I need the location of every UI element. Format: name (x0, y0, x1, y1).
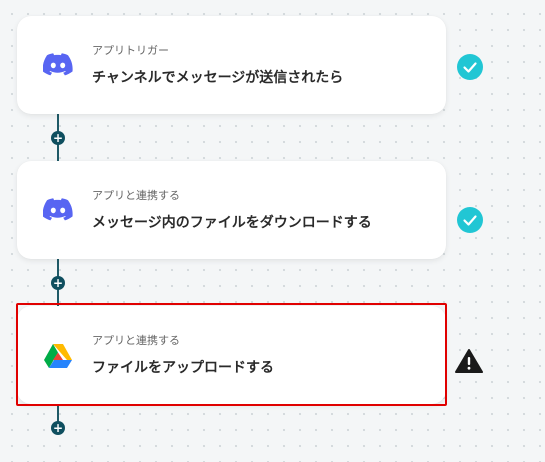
add-step-button[interactable]: + (51, 421, 65, 435)
check-icon (457, 54, 483, 80)
flow-step-card[interactable]: アプリと連携する メッセージ内のファイルをダウンロードする (17, 161, 446, 259)
flow-step-card[interactable]: アプリトリガー チャンネルでメッセージが送信されたら (17, 16, 446, 114)
warning-icon (455, 348, 483, 374)
flow-step-card[interactable]: アプリと連携する ファイルをアップロードする (17, 306, 446, 404)
discord-icon (42, 52, 73, 76)
step-kind-label: アプリトリガー (92, 44, 169, 57)
add-step-button[interactable]: + (51, 276, 65, 290)
check-icon (457, 207, 483, 233)
google-drive-icon (43, 343, 73, 368)
step-kind-label: アプリと連携する (92, 189, 180, 202)
add-step-button[interactable]: + (51, 131, 65, 145)
step-kind-label: アプリと連携する (92, 334, 180, 347)
step-title: メッセージ内のファイルをダウンロードする (92, 215, 372, 231)
discord-icon (42, 197, 73, 221)
step-title: チャンネルでメッセージが送信されたら (92, 70, 344, 86)
step-title: ファイルをアップロードする (92, 360, 274, 376)
